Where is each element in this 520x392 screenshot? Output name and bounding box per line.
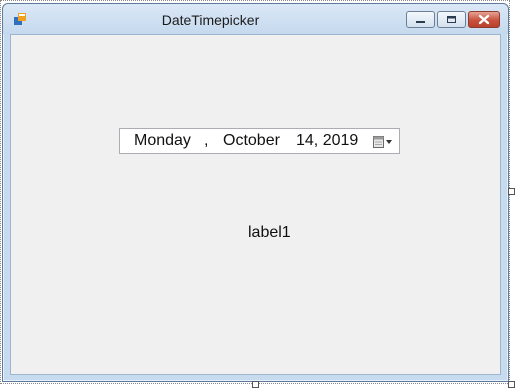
date-day-of-week[interactable]: Monday (134, 132, 191, 150)
title-bar[interactable]: DateTimepicker (3, 4, 508, 34)
label1: label1 (248, 224, 291, 241)
minimize-button[interactable] (406, 11, 435, 28)
resize-handle-right[interactable] (508, 188, 515, 195)
resize-handle-corner[interactable] (508, 381, 515, 388)
form-client-area: Monday , October 14, 2019 label1 (10, 34, 501, 375)
form-window: DateTimepicker Monday , October 14, 2019… (2, 3, 509, 382)
caption-buttons (406, 11, 500, 30)
calendar-dropdown-icon[interactable] (372, 135, 396, 149)
date-separator: , (204, 132, 209, 149)
close-button[interactable] (468, 11, 500, 28)
resize-handle-bottom[interactable] (252, 381, 259, 388)
maximize-icon (447, 16, 456, 23)
date-month[interactable]: October (223, 132, 280, 150)
date-time-picker[interactable]: Monday , October 14, 2019 (119, 128, 400, 154)
close-icon (478, 14, 490, 25)
date-day-year[interactable]: 14, 2019 (296, 132, 358, 150)
maximize-button[interactable] (437, 11, 466, 28)
minimize-icon (416, 21, 425, 23)
